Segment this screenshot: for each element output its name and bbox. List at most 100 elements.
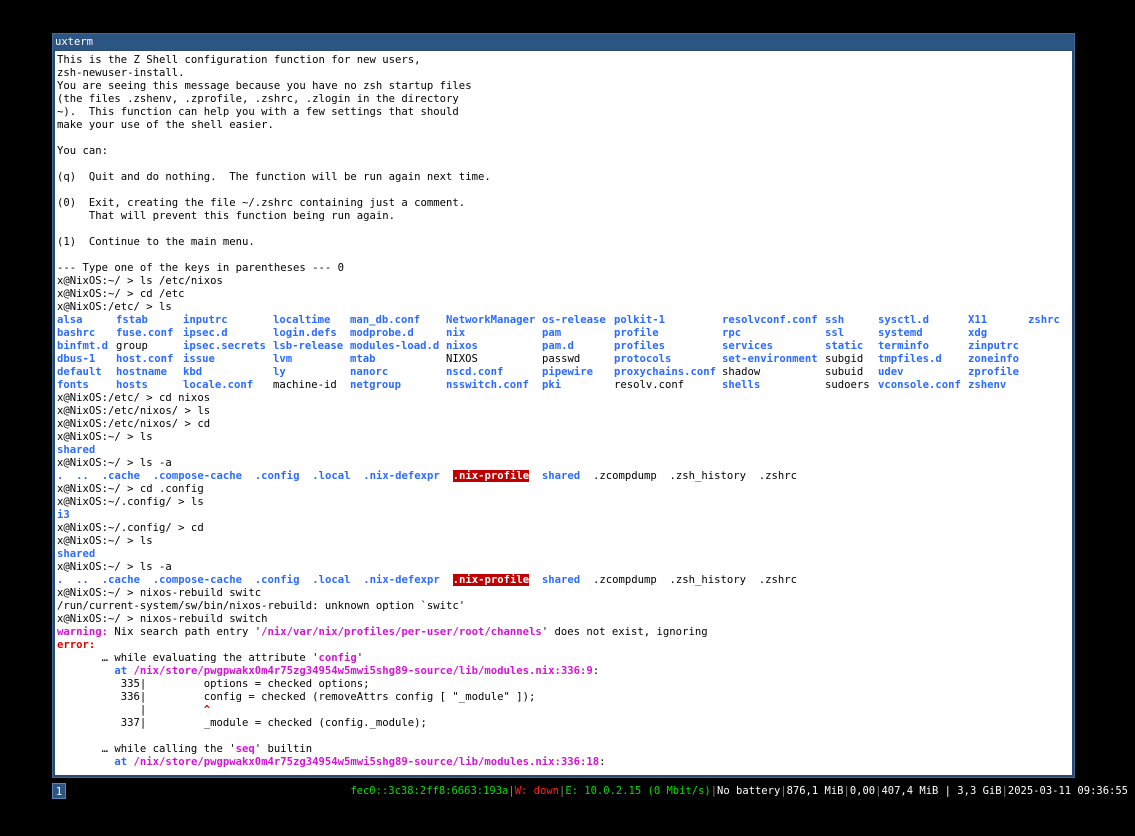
at-label: at [57,665,134,677]
battery-status: No battery [717,785,781,797]
ls-entry: protocols [614,353,672,365]
memory-status: 876,1 MiB [786,785,844,797]
ls-entry: issue [183,353,215,365]
attr-name: seq [235,743,255,755]
load-status: 0,00 [849,785,876,797]
ls-entry: nanorc [350,366,389,378]
terminal-line: x@NixOS:/etc/nixos/ > ls [57,405,797,418]
ls-entry: nscd.conf [446,366,504,378]
terminal-line: i3 [57,509,797,522]
ls-entry: ly [273,366,286,378]
ls-entry: pipewire [542,366,594,378]
ls-entry: localtime [273,314,331,326]
status-items: fec0::3c38:2ff8:6663:193a|W: down|E: 10.… [350,785,1128,797]
ls-entry: fuse.conf [116,327,174,339]
at-label: at [57,756,134,768]
ls-entry: .local [312,574,351,586]
terminal-line: You are seeing this message because you … [57,80,797,93]
terminal-text: 337| _module = checked (config._module); [57,717,427,729]
ls-entry: sysctl.d [878,314,930,326]
ls-entry: .nix-profile [452,470,530,482]
ls-entry: pki [542,379,562,391]
terminal-text: make your use of the shell easier. [57,119,274,131]
ls-entry: ipsec.d [183,327,228,339]
terminal-text: : [599,756,606,768]
ls-entry: systemd [878,327,923,339]
terminal-text: (the files .zshenv, .zprofile, .zshrc, .… [57,93,459,105]
ls-row: alsa fstab inputrc localtime man_db.conf Netw… [57,314,1060,327]
ls-entry: hostname [116,366,168,378]
terminal-text: This is the Z Shell configuration functi… [57,54,421,66]
ls-entry: modules-load.d [350,340,440,352]
terminal-area[interactable]: This is the Z Shell configuration functi… [55,51,1072,775]
ipv6-status: fec0::3c38:2ff8:6663:193a [350,785,509,797]
terminal-text: Nix search path entry ' [108,626,262,638]
ls-entry: .zshrc [758,574,798,586]
terminal-text: … while calling the ' [57,743,236,755]
terminal-text: 336| config = checked (removeAttrs confi… [57,691,536,703]
terminal-line: (1) Continue to the main menu. [57,236,797,249]
ls-entry: group [116,340,148,352]
ls-entry: .nix-defexpr [363,470,440,482]
ls-entry: dbus-1 [57,353,96,365]
terminal-line: x@NixOS:/etc/ > cd nixos [57,392,797,405]
terminal-text: 335| options = checked options; [57,678,370,690]
ls-entry: mtab [350,353,376,365]
ls-entry: locale.conf [183,379,254,391]
terminal-text: ' does not exist, ignoring [541,626,708,638]
terminal-text: That will prevent this function being ru… [57,210,396,222]
terminal-line: x@NixOS:~/.config/ > ls [57,496,797,509]
terminal-text: x@NixOS:~/ > ls [57,431,153,443]
ls-entry: zshrc [1028,314,1060,326]
uxterm-window[interactable]: uxterm This is the Z Shell configuration… [52,33,1075,778]
ls-entry: ssl [825,327,845,339]
path-text: /nix/store/pwgpwakx0m4r75zg34954w5mwi5sh… [133,665,593,677]
terminal-line: x@NixOS:~/ > ls [57,431,797,444]
ethernet-status: E: 10.0.2.15 (0 Mbit/s) [565,785,711,797]
ls-entry: inputrc [183,314,228,326]
terminal-line: shared [57,548,797,561]
terminal-line: 337| _module = checked (config._module); [57,717,797,730]
terminal-text: zsh-newuser-install. [57,67,185,79]
ls-entry: polkit-1 [614,314,666,326]
ls-entry: machine-id [273,379,337,391]
ls-entry: ipsec.secrets [183,340,266,352]
path-text: /nix/store/pwgpwakx0m4r75zg34954w5mwi5sh… [133,756,600,768]
terminal-line: x@NixOS:~/ > ls -a [57,561,797,574]
ls-entry: nix [446,327,466,339]
ls-entry: .zcompdump [592,574,657,586]
terminal-text: (1) Continue to the main menu. [57,236,255,248]
ls-entry: netgroup [350,379,402,391]
terminal-line: x@NixOS:/etc/ > ls [57,301,797,314]
ls-entry: subuid [825,366,864,378]
terminal-line: make your use of the shell easier. [57,119,797,132]
ls-row: default hostname kbd ly nanorc nscd.conf pipew… [57,366,1019,379]
window-title: uxterm [53,34,1074,50]
terminal-text: x@NixOS:/etc/ > cd nixos [57,392,211,404]
ls-entry: login.defs [273,327,337,339]
terminal-line: … while evaluating the attribute 'config… [57,652,797,665]
ls-entry: .nix-profile [452,574,530,586]
terminal-text: : [592,665,600,677]
terminal-text: x@NixOS:~/ > ls [57,535,153,547]
terminal-output: This is the Z Shell configuration functi… [57,54,1060,769]
ls-entry: set-environment [722,353,818,365]
terminal-line: x@NixOS:~/.config/ > cd [57,522,797,535]
terminal-line: x@NixOS:/etc/nixos/ > cd [57,418,797,431]
ls-entry: .zcompdump [592,470,657,482]
ls-entry: hosts [116,379,148,391]
workspace-button[interactable]: 1 [52,783,66,799]
terminal-text: (0) Exit, creating the file ~/.zshrc con… [57,197,466,209]
dir-entry: shared [57,444,96,456]
i3-statusbar: 1 fec0::3c38:2ff8:6663:193a|W: down|E: 1… [0,783,1135,799]
ls-entry: profile [614,327,659,339]
ls-entry: xdg [968,327,988,339]
terminal-line: /run/current-system/sw/bin/nixos-rebuild… [57,600,797,613]
terminal-text: x@NixOS:~/ > ls -a [57,561,172,573]
ls-entry: nixos [446,340,478,352]
ls-entry: tmpfiles.d [878,353,942,365]
ls-entry: resolvconf.conf [722,314,818,326]
terminal-line: x@NixOS:~/ > ls -a [57,457,797,470]
